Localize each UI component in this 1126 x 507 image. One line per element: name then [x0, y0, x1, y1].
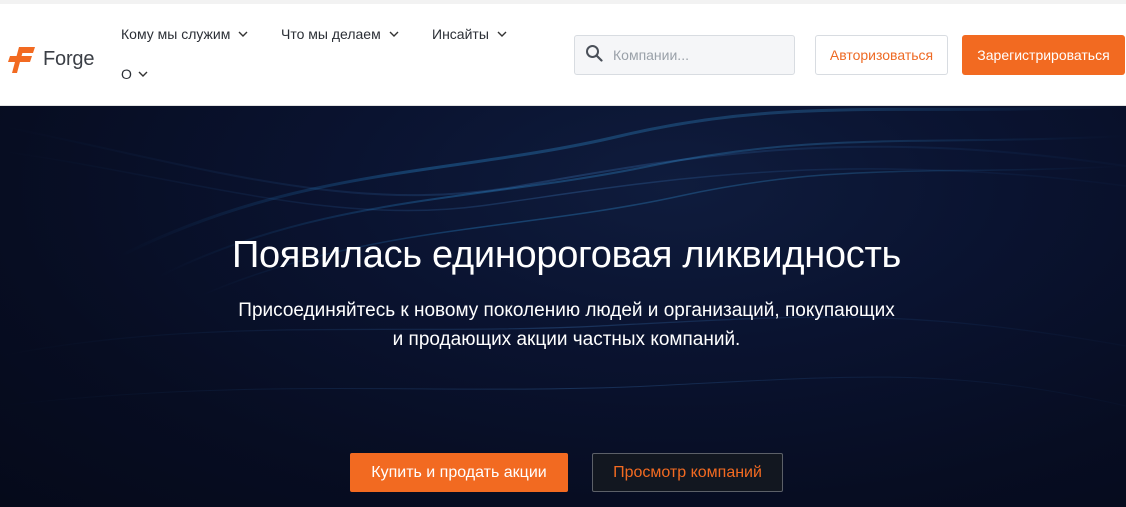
hero-section: Появилась единороговая ликвидность Присо…: [0, 106, 1126, 507]
nav-item-label: Что мы делаем: [281, 26, 381, 42]
nav-item-label: О: [121, 66, 132, 82]
chevron-down-icon: [497, 31, 507, 37]
chevron-down-icon: [138, 71, 148, 77]
nav-item-who-we-serve[interactable]: Кому мы служим: [121, 26, 248, 42]
hero-title: Появилась единороговая ликвидность: [231, 234, 902, 276]
company-search[interactable]: [574, 35, 795, 75]
nav-item-label: Инсайты: [432, 26, 489, 42]
browse-companies-button[interactable]: Просмотр компаний: [592, 453, 783, 492]
buy-sell-shares-button[interactable]: Купить и продать акции: [350, 453, 568, 492]
nav-item-insights[interactable]: Инсайты: [432, 26, 507, 42]
search-input[interactable]: [613, 47, 773, 63]
login-button[interactable]: Авторизоваться: [815, 35, 948, 75]
top-header: Forge Кому мы служим Что мы делаем Инсай…: [0, 0, 1126, 106]
brand-name: Forge: [43, 47, 95, 70]
nav-item-label: Кому мы служим: [121, 26, 231, 42]
chevron-down-icon: [389, 31, 399, 37]
nav-item-what-we-do[interactable]: Что мы делаем: [281, 26, 399, 42]
forge-logo[interactable]: Forge: [8, 44, 94, 74]
hero-subtitle: Присоединяйтесь к новому поколению людей…: [0, 296, 1126, 354]
search-icon: [585, 44, 603, 67]
nav-item-about[interactable]: О: [121, 66, 148, 82]
register-button[interactable]: Зарегистрироваться: [962, 35, 1125, 75]
hero-subtitle-line: и продающих акции частных компаний.: [392, 329, 741, 350]
forge-logo-icon: [8, 47, 35, 73]
chevron-down-icon: [238, 31, 248, 37]
hero-subtitle-line: Присоединяйтесь к новому поколению людей…: [238, 300, 895, 321]
